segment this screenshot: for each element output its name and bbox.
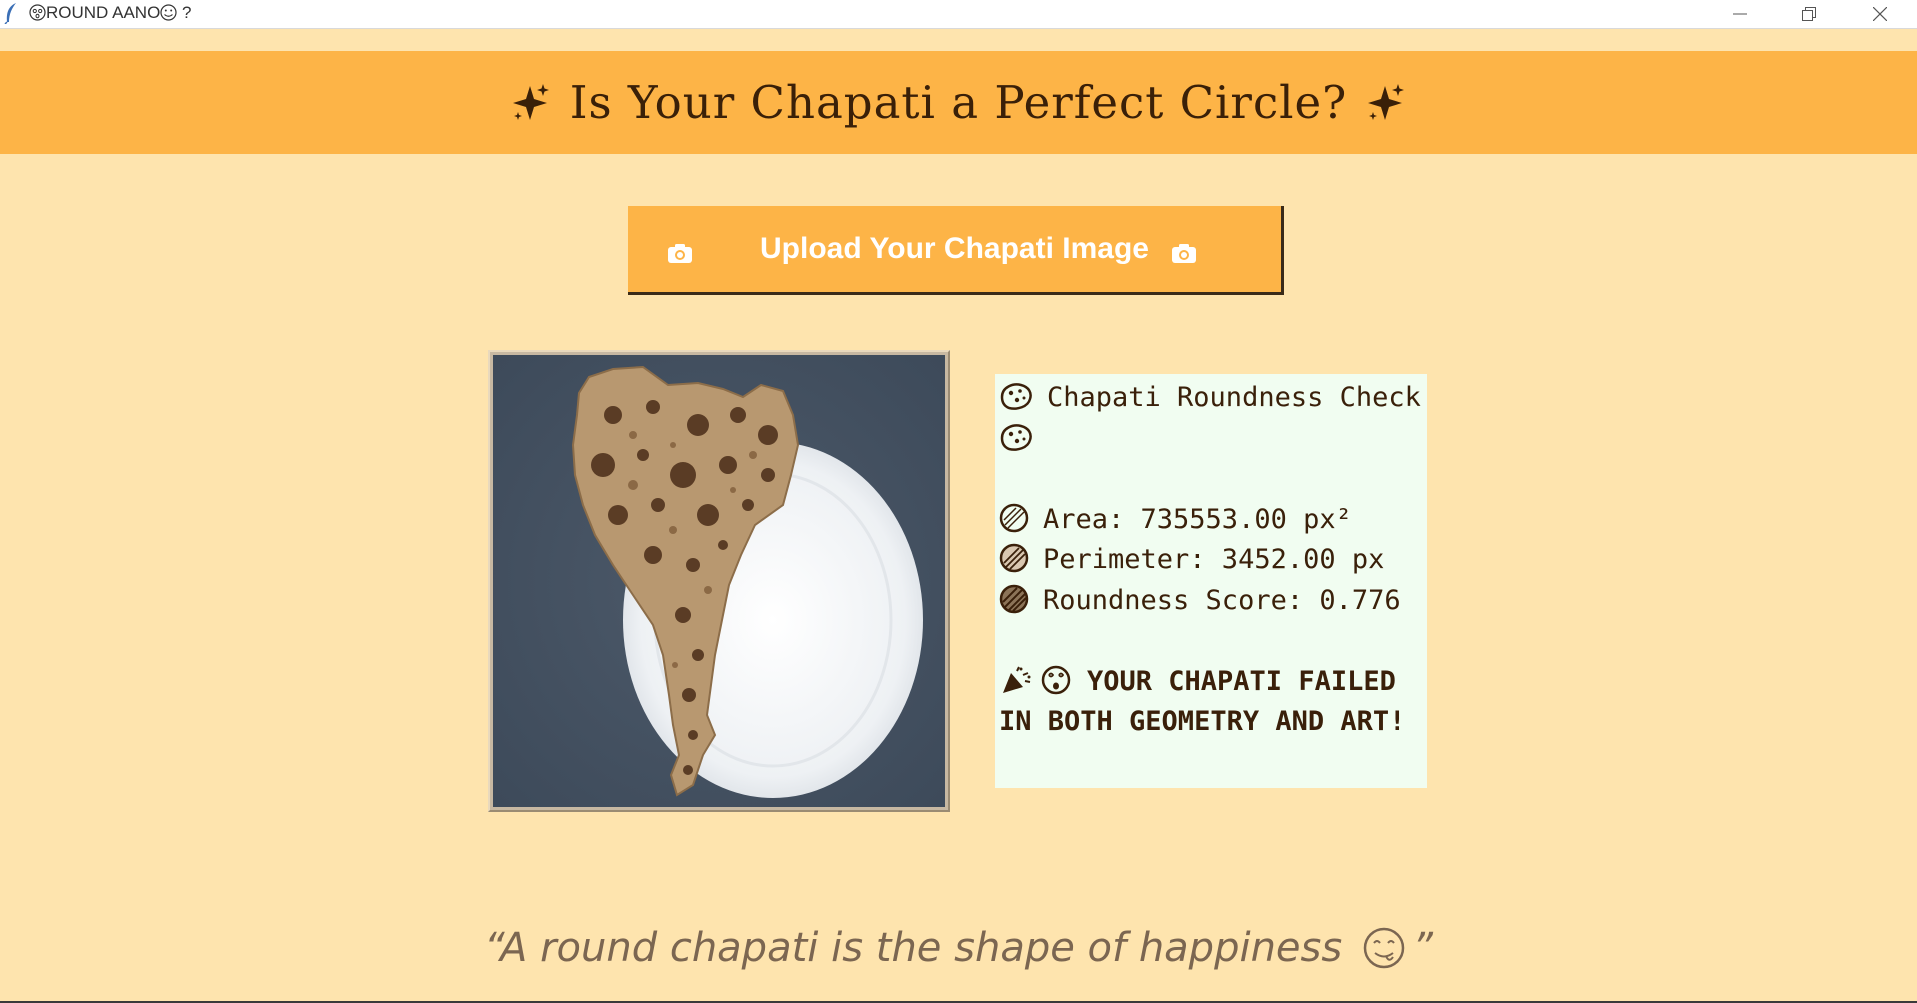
roundness-results-panel: Chapati Roundness Check Area: 735553.00 … [995,374,1427,788]
chapati-image-frame [488,350,950,812]
yum-face-icon [1363,927,1405,969]
quote-close: ” [1412,925,1433,971]
window-title-suffix: ? [182,3,192,22]
dizzy-face-icon [1041,665,1071,694]
party-popper-icon [1003,666,1031,693]
flatbread-icon [1000,383,1032,410]
flatbread-icon [1000,423,1032,451]
page-title: Is Your Chapati a Perfect Circle? [569,76,1348,129]
sparkles-icon [512,83,549,120]
results-heading: Chapati Roundness Check [1047,382,1421,413]
results-spacer [999,621,1423,662]
results-heading-trailing-row [999,419,1423,460]
page-title-row: Is Your Chapati a Perfect Circle? [0,51,1917,154]
results-heading-row: Chapati Roundness Check [999,378,1423,419]
circle-icon [999,543,1029,573]
minimize-button[interactable] [1706,0,1774,28]
dizzy-face-icon [29,4,46,21]
restore-icon [1802,7,1816,21]
close-button[interactable] [1846,0,1914,28]
minimize-icon [1733,13,1747,15]
sparkles-icon [1368,83,1405,120]
circle-icon [999,584,1029,613]
feather-icon [4,3,16,24]
area-value: Area: 735553.00 px² [1043,503,1352,535]
roundness-score: Roundness Score: 0.776 [1043,584,1401,616]
circle-icon [999,503,1029,532]
quote-text: “A round chapati is the shape of happine… [484,925,1343,971]
restore-button[interactable] [1775,0,1843,28]
chapati-photo [493,355,945,807]
camera-icon [1172,244,1196,263]
results-spacer [999,459,1423,500]
upload-button-label: Upload Your Chapati Image [760,232,1149,265]
camera-icon [668,244,692,263]
perimeter-row: Perimeter: 3452.00 px [999,540,1423,581]
smiley-face-icon [160,4,177,21]
close-icon [1873,7,1887,21]
window-titlebar: ROUND AANO ? [0,0,1917,29]
footer-quote: “A round chapati is the shape of happine… [0,918,1917,978]
roundness-row: Roundness Score: 0.776 [999,581,1423,622]
verdict-text-block: YOUR CHAPATI FAILED IN BOTH GEOMETRY AND… [999,662,1423,743]
upload-image-button[interactable]: Upload Your Chapati Image [628,206,1284,295]
header-band: Is Your Chapati a Perfect Circle? [0,51,1917,154]
window-title: ROUND AANO ? [29,3,192,23]
area-row: Area: 735553.00 px² [999,500,1423,541]
window-title-text: ROUND AANO [46,3,161,22]
perimeter-value: Perimeter: 3452.00 px [1043,544,1385,575]
